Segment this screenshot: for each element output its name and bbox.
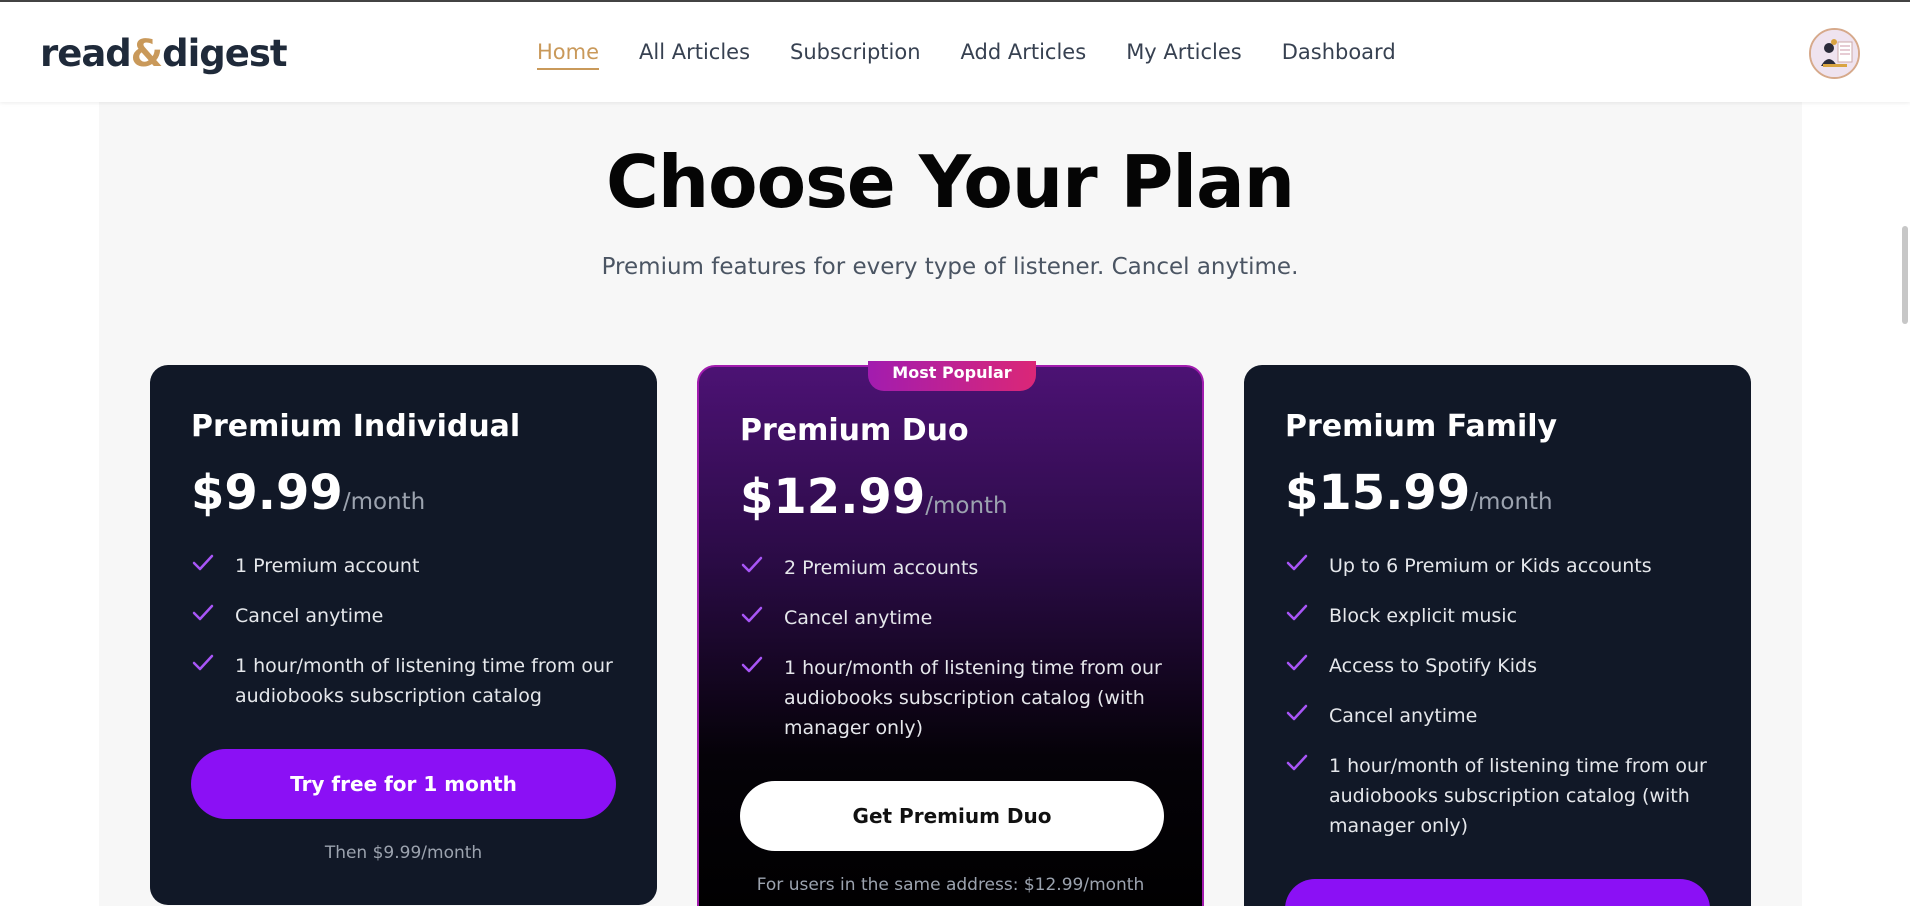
nav-link-add-articles[interactable]: Add Articles [961,40,1087,70]
feature-text: Cancel anytime [235,605,384,627]
check-icon [191,601,235,627]
most-popular-badge: Most Popular [868,361,1036,391]
feature-item: 1 Premium account [191,551,621,581]
feature-text: 1 hour/month of listening time from our … [1329,755,1707,837]
price-amount: $15.99 [1285,465,1471,521]
user-avatar[interactable] [1809,28,1860,79]
avatar-illustration-icon [1811,30,1858,77]
feature-list: Up to 6 Premium or Kids accounts Block e… [1285,551,1715,861]
plan-note: For users in the same address: $12.99/mo… [756,875,1145,895]
feature-item: Block explicit music [1285,601,1715,631]
check-icon [1285,701,1329,727]
feature-text: Block explicit music [1329,605,1518,627]
page-subtitle: Premium features for every type of liste… [601,254,1299,280]
check-icon [740,553,784,579]
feature-item: Cancel anytime [191,601,621,631]
check-icon [1285,751,1329,777]
price-period: /month [925,493,1008,519]
check-icon [191,551,235,577]
check-icon [1285,601,1329,627]
plan-name: Premium Duo [740,413,969,448]
top-navigation: read&digest Home All Articles Subscripti… [0,2,1910,102]
check-icon [740,653,784,679]
price-amount: $12.99 [740,469,926,525]
feature-text: 1 hour/month of listening time from our … [784,657,1162,739]
plan-note: Then $9.99/month [324,843,483,863]
price-amount: $9.99 [191,465,343,521]
feature-list: 2 Premium accounts Cancel anytime 1 hour… [740,553,1170,763]
logo-ampersand: & [130,32,163,75]
feature-text: 1 hour/month of listening time from our … [235,655,613,707]
feature-text: Cancel anytime [1329,705,1478,727]
nav-link-subscription[interactable]: Subscription [790,40,920,70]
feature-item: 1 hour/month of listening time from our … [740,653,1170,743]
feature-item: 1 hour/month of listening time from our … [1285,751,1715,841]
feature-item: Up to 6 Premium or Kids accounts [1285,551,1715,581]
page-scrollbar[interactable] [1902,226,1908,324]
logo-prefix: read [40,32,132,75]
nav-link-dashboard[interactable]: Dashboard [1282,40,1396,70]
check-icon [191,651,235,677]
feature-text: Cancel anytime [784,607,933,629]
feature-item: Access to Spotify Kids [1285,651,1715,681]
feature-text: 2 Premium accounts [784,557,979,579]
logo[interactable]: read&digest [40,32,288,75]
nav-link-home[interactable]: Home [537,40,600,70]
nav-links: Home All Articles Subscription Add Artic… [537,40,1436,70]
check-icon [1285,551,1329,577]
price-period: /month [1470,489,1553,515]
plan-card-duo: Most Popular Premium Duo $12.99/month 2 … [697,361,1204,906]
plan-price: $15.99/month [1285,465,1553,521]
feature-list: 1 Premium account Cancel anytime 1 hour/… [191,551,621,731]
plan-card-individual: Premium Individual $9.99/month 1 Premium… [150,365,657,905]
try-free-button[interactable]: Try free for 1 month [191,749,616,819]
feature-item: 2 Premium accounts [740,553,1170,583]
check-icon [1285,651,1329,677]
feature-item: 1 hour/month of listening time from our … [191,651,621,711]
get-premium-duo-button[interactable]: Get Premium Duo [740,781,1164,851]
feature-text: Up to 6 Premium or Kids accounts [1329,555,1652,577]
plan-card-family: Premium Family $15.99/month Up to 6 Prem… [1244,365,1751,906]
check-icon [740,603,784,629]
nav-link-my-articles[interactable]: My Articles [1126,40,1242,70]
nav-link-all-articles[interactable]: All Articles [639,40,750,70]
plan-name: Premium Individual [191,409,521,444]
page-title: Choose Your Plan [606,140,1295,224]
plan-name: Premium Family [1285,409,1558,444]
logo-suffix: digest [162,32,287,75]
plan-price: $12.99/month [740,469,1008,525]
feature-text: 1 Premium account [235,555,420,577]
feature-item: Cancel anytime [740,603,1170,633]
feature-text: Access to Spotify Kids [1329,655,1538,677]
plan-price: $9.99/month [191,465,425,521]
price-period: /month [342,489,426,515]
feature-item: Cancel anytime [1285,701,1715,731]
family-plan-button[interactable] [1285,879,1710,906]
